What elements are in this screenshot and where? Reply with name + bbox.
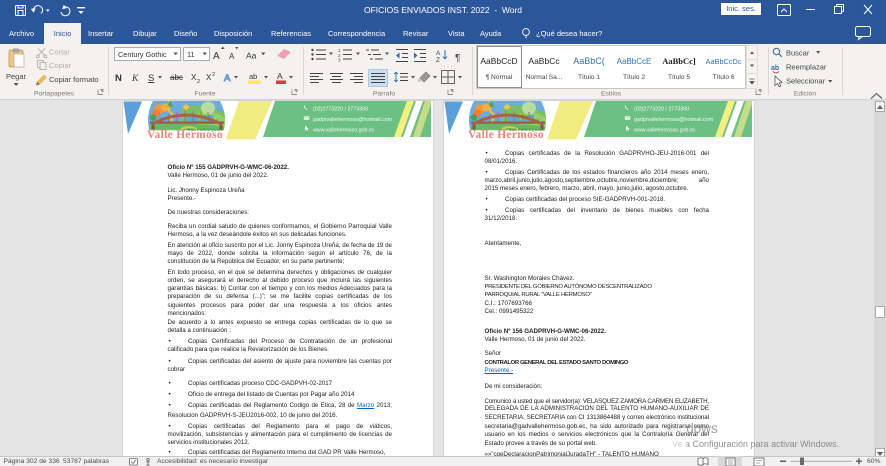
svg-text:Pegar: Pegar <box>6 72 27 81</box>
svg-text:2: 2 <box>212 72 215 78</box>
svg-text:Aa: Aa <box>246 51 257 61</box>
svg-text:K: K <box>131 74 139 84</box>
svg-text:Century Gothic: Century Gothic <box>118 50 167 59</box>
svg-text:ab: ab <box>771 65 779 72</box>
svg-text:11: 11 <box>187 50 195 59</box>
svg-text:3: 3 <box>338 58 341 63</box>
svg-text:AaBbCc]: AaBbCc] <box>662 56 696 66</box>
svg-text:A: A <box>224 73 231 84</box>
svg-text:Portapapeles: Portapapeles <box>34 91 75 98</box>
svg-text:(02)2773220 / 2773300: (02)2773220 / 2773300 <box>313 106 368 112</box>
svg-text:www.vallehermoso.gob.ec: www.vallehermoso.gob.ec <box>634 127 696 133</box>
svg-text:Z: Z <box>436 57 440 64</box>
svg-text:A: A <box>436 50 441 57</box>
svg-text:www.vallehermoso.gob.ec: www.vallehermoso.gob.ec <box>313 127 375 133</box>
svg-text:AaBbCc: AaBbCc <box>528 56 560 66</box>
svg-text:GAD PARROQUIAL: GAD PARROQUIAL <box>509 128 545 132</box>
svg-text:¶: ¶ <box>455 53 460 64</box>
svg-text:Reemplazar: Reemplazar <box>786 63 827 72</box>
svg-text:AaBbCcDc: AaBbCcDc <box>706 57 742 66</box>
svg-text:2: 2 <box>197 79 200 85</box>
svg-text:AaBbCcD: AaBbCcD <box>480 56 517 66</box>
svg-text:gadprvallehermoso@hotmail.com: gadprvallehermoso@hotmail.com <box>634 117 714 123</box>
svg-text:Normal Sa...: Normal Sa... <box>526 74 563 81</box>
svg-text:A: A <box>277 71 283 81</box>
svg-text:Estilos: Estilos <box>601 91 622 98</box>
svg-text:A: A <box>213 51 220 62</box>
svg-text:Párrafo: Párrafo <box>373 91 396 98</box>
svg-text:A: A <box>229 52 235 61</box>
svg-text:S: S <box>148 73 154 84</box>
svg-text:GAD PARROQUIAL: GAD PARROQUIAL <box>188 128 224 132</box>
svg-text:(02)2773220 / 2773300: (02)2773220 / 2773300 <box>634 106 689 112</box>
svg-text:¶ Normal: ¶ Normal <box>486 74 513 81</box>
svg-text:Título 5: Título 5 <box>668 74 690 81</box>
svg-text:Edición: Edición <box>794 91 817 98</box>
svg-text:Copiar: Copiar <box>49 61 72 70</box>
svg-text:Buscar: Buscar <box>786 49 810 58</box>
svg-text:AaBbCcE: AaBbCcE <box>617 57 652 66</box>
svg-text:Título 6: Título 6 <box>713 74 735 81</box>
svg-text:Cortar: Cortar <box>49 48 70 57</box>
svg-text:Fuente: Fuente <box>194 91 215 98</box>
svg-text:ab: ab <box>249 72 257 81</box>
svg-text:N: N <box>115 73 122 84</box>
svg-text:Seleccionar: Seleccionar <box>786 77 826 86</box>
svg-text:Título 1: Título 1 <box>578 74 600 81</box>
svg-text:gadprvallehermoso@hotmail.com: gadprvallehermoso@hotmail.com <box>313 117 393 123</box>
svg-text:abc: abc <box>170 73 183 82</box>
svg-text:AaBbC(: AaBbC( <box>573 56 605 66</box>
svg-text:Título 2: Título 2 <box>623 74 645 81</box>
svg-text:Copiar formato: Copiar formato <box>49 75 99 84</box>
